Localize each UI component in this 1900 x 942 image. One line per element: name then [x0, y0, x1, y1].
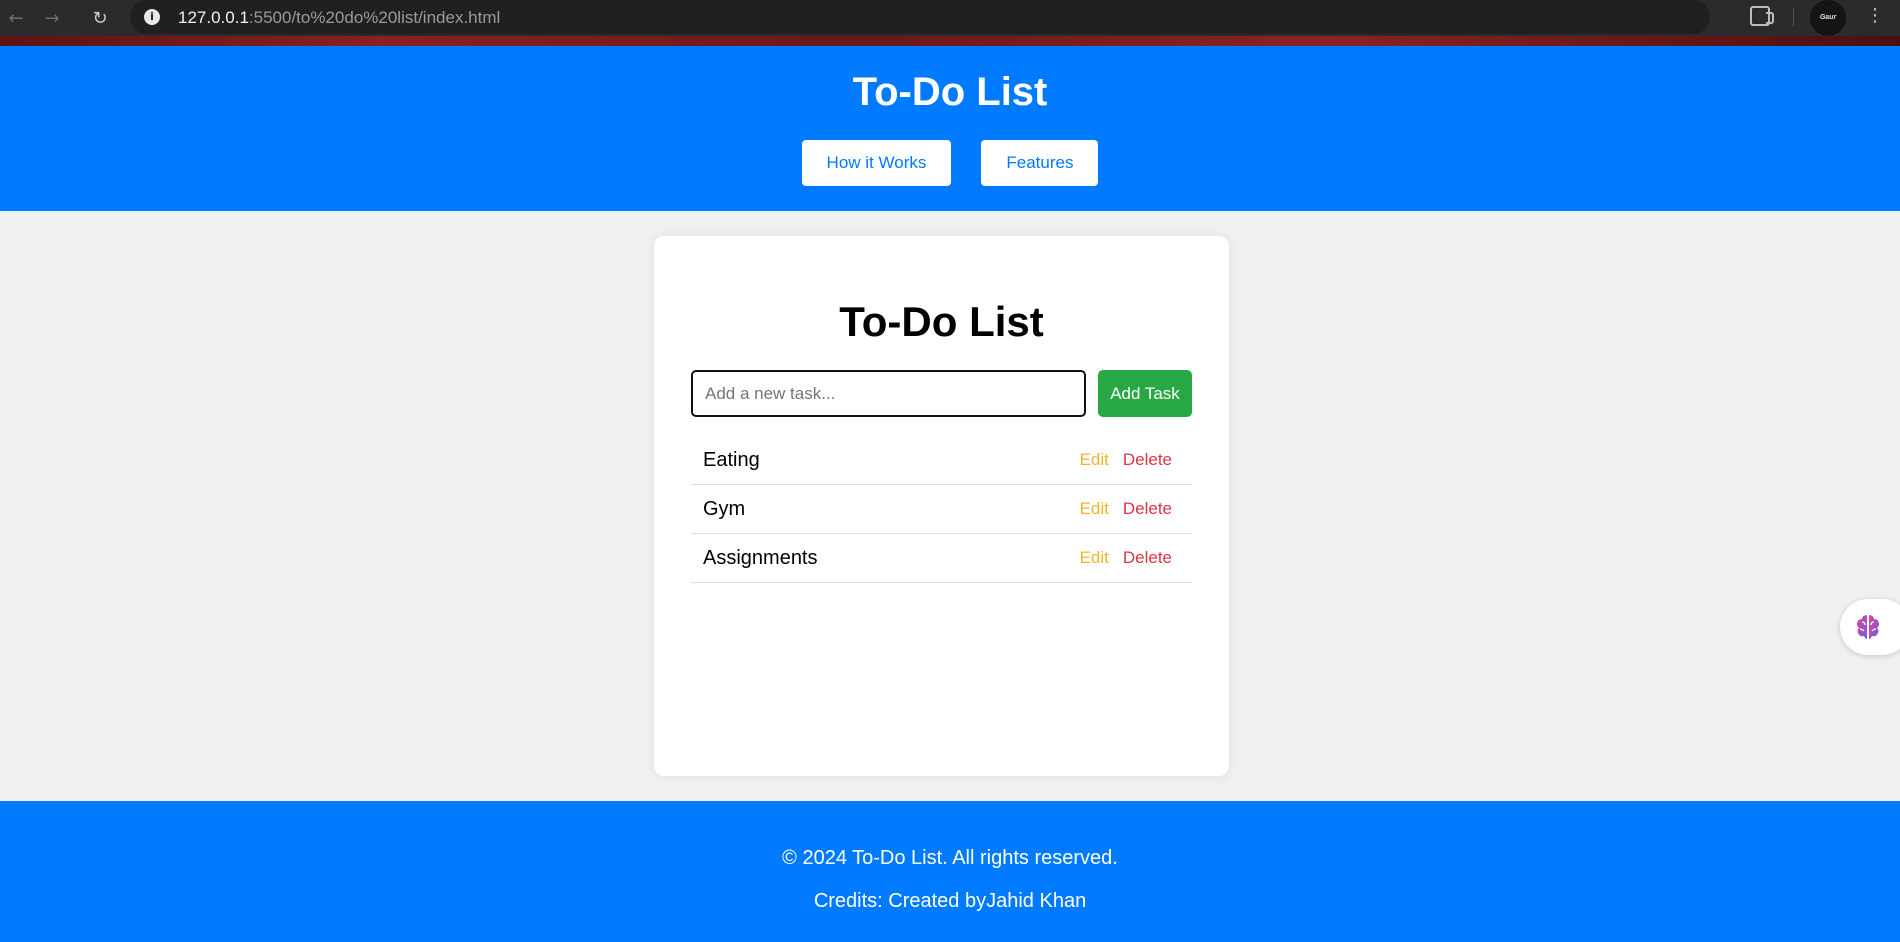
info-icon[interactable]: i	[144, 9, 160, 25]
task-item: Eating Edit Delete	[691, 436, 1192, 485]
todo-card: To-Do List Add Task Eating Edit Delete G…	[654, 236, 1229, 776]
site-title: To-Do List	[852, 70, 1048, 114]
features-button[interactable]: Features	[981, 140, 1099, 186]
task-item: Gym Edit Delete	[691, 485, 1192, 534]
footer-copyright: © 2024 To-Do List. All rights reserved.	[782, 847, 1118, 869]
back-arrow-icon[interactable]: ←	[0, 2, 32, 34]
footer-credits: Credits: Created byJahid Khan	[813, 890, 1087, 912]
task-text: Gym	[703, 497, 746, 520]
forward-arrow-icon[interactable]: →	[36, 2, 68, 34]
floating-widget[interactable]	[1840, 599, 1900, 655]
browser-toolbar: ← → ↻ i 127.0.0.1:5500/to%20do%20list/in…	[0, 0, 1900, 36]
delete-task-button[interactable]: Delete	[1123, 499, 1172, 519]
task-text: Assignments	[703, 546, 818, 569]
toolbar-divider	[1793, 8, 1794, 26]
browser-chrome: ← → ↻ i 127.0.0.1:5500/to%20do%20list/in…	[0, 0, 1900, 46]
add-task-button[interactable]: Add Task	[1098, 370, 1192, 417]
card-title: To-Do List	[839, 298, 1044, 345]
header-nav: How it Works Features	[0, 140, 1900, 186]
brain-icon	[1857, 615, 1879, 639]
more-vertical-icon[interactable]: ⋮	[1866, 5, 1884, 26]
new-task-input[interactable]	[691, 370, 1086, 417]
profile-avatar[interactable]: Gaur	[1810, 0, 1846, 36]
edit-task-button[interactable]: Edit	[1080, 450, 1109, 470]
edit-task-button[interactable]: Edit	[1080, 548, 1109, 568]
how-it-works-button[interactable]: How it Works	[801, 140, 952, 186]
site-header: To-Do List How it Works Features	[0, 46, 1900, 211]
address-bar[interactable]: i 127.0.0.1:5500/to%20do%20list/index.ht…	[130, 0, 1836, 34]
url-host: 127.0.0.1	[178, 8, 249, 27]
site-footer: © 2024 To-Do List. All rights reserved. …	[0, 801, 1900, 942]
url-text[interactable]: 127.0.0.1:5500/to%20do%20list/index.html	[178, 8, 500, 28]
url-path: :5500/to%20do%20list/index.html	[248, 8, 501, 27]
delete-task-button[interactable]: Delete	[1123, 450, 1172, 470]
task-list: Eating Edit Delete Gym Edit Delete Assig…	[691, 436, 1192, 583]
delete-task-button[interactable]: Delete	[1123, 548, 1172, 568]
task-item: Assignments Edit Delete	[691, 534, 1192, 583]
extensions-puzzle-icon[interactable]	[1750, 6, 1774, 26]
edit-task-button[interactable]: Edit	[1080, 499, 1109, 519]
reload-icon[interactable]: ↻	[84, 2, 116, 34]
task-text: Eating	[703, 448, 760, 471]
